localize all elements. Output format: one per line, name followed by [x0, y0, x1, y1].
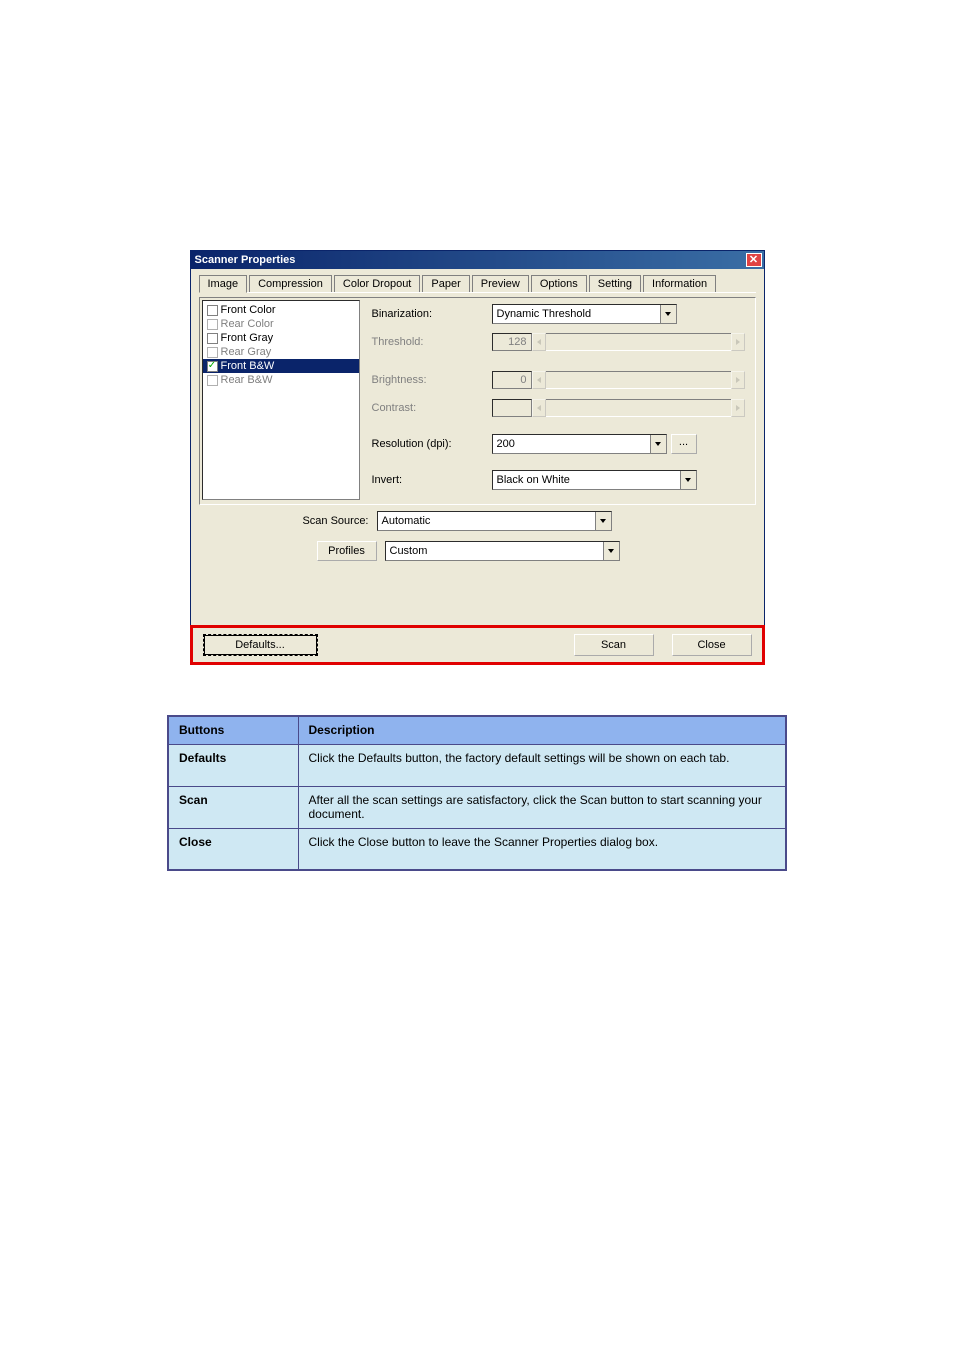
checkbox-icon[interactable]: [207, 333, 218, 344]
brightness-label: Brightness:: [372, 374, 492, 386]
table-row: Defaults Click the Defaults button, the …: [168, 744, 786, 786]
profiles-dropdown[interactable]: Custom: [385, 541, 620, 561]
checkbox-icon[interactable]: [207, 347, 218, 358]
list-item[interactable]: Rear Gray: [203, 345, 359, 359]
invert-label: Invert:: [372, 474, 492, 486]
chevron-down-icon[interactable]: [650, 435, 666, 453]
button-bar-highlight: Defaults... Scan Close: [190, 625, 765, 665]
scan-button[interactable]: Scan: [574, 634, 654, 656]
threshold-label: Threshold:: [372, 336, 492, 348]
tab-image[interactable]: Image: [199, 275, 248, 293]
checkbox-icon[interactable]: [207, 319, 218, 330]
list-item[interactable]: Front Color: [203, 303, 359, 317]
resolution-more-button[interactable]: ...: [671, 434, 697, 454]
contrast-slider: [492, 399, 745, 417]
contrast-label: Contrast:: [372, 402, 492, 414]
list-item[interactable]: Front B&W: [203, 359, 359, 373]
tab-compression[interactable]: Compression: [249, 275, 332, 292]
list-item[interactable]: Rear Color: [203, 317, 359, 331]
arrow-left-icon: [532, 333, 546, 351]
checkbox-icon[interactable]: [207, 361, 218, 372]
resolution-dropdown[interactable]: 200: [492, 434, 667, 454]
invert-dropdown[interactable]: Black on White: [492, 470, 697, 490]
arrow-right-icon: [731, 371, 745, 389]
table-row: Close Click the Close button to leave th…: [168, 828, 786, 870]
arrow-left-icon: [532, 399, 546, 417]
checkbox-icon[interactable]: [207, 305, 218, 316]
list-item[interactable]: Rear B&W: [203, 373, 359, 387]
close-icon[interactable]: ✕: [746, 253, 762, 267]
chevron-down-icon[interactable]: [595, 512, 611, 530]
list-item[interactable]: Front Gray: [203, 331, 359, 345]
scan-source-dropdown[interactable]: Automatic: [377, 511, 612, 531]
tab-strip: Image Compression Color Dropout Paper Pr…: [199, 275, 756, 293]
buttons-description-table: Buttons Description Defaults Click the D…: [167, 715, 787, 871]
image-type-list[interactable]: Front Color Rear Color Front Gray Rear G…: [202, 300, 360, 500]
scan-source-label: Scan Source:: [207, 515, 377, 527]
chevron-down-icon[interactable]: [660, 305, 676, 323]
tab-color-dropout[interactable]: Color Dropout: [334, 275, 420, 292]
titlebar[interactable]: Scanner Properties ✕: [191, 251, 764, 269]
threshold-slider: 128: [492, 333, 745, 351]
table-row: Scan After all the scan settings are sat…: [168, 786, 786, 828]
tab-paper[interactable]: Paper: [422, 275, 469, 292]
image-settings: Binarization: Dynamic Threshold Threshol…: [368, 300, 753, 502]
checkbox-icon[interactable]: [207, 375, 218, 386]
arrow-left-icon: [532, 371, 546, 389]
table-header: Description: [298, 716, 786, 744]
profiles-button[interactable]: Profiles: [317, 541, 377, 561]
arrow-right-icon: [731, 333, 745, 351]
binarization-dropdown[interactable]: Dynamic Threshold: [492, 304, 677, 324]
scanner-properties-dialog: Scanner Properties ✕ Image Compression C…: [190, 250, 765, 665]
tab-information[interactable]: Information: [643, 275, 716, 292]
table-header: Buttons: [168, 716, 298, 744]
tab-preview[interactable]: Preview: [472, 275, 529, 292]
tab-setting[interactable]: Setting: [589, 275, 641, 292]
close-button[interactable]: Close: [672, 634, 752, 656]
tab-options[interactable]: Options: [531, 275, 587, 292]
defaults-button[interactable]: Defaults...: [203, 634, 318, 656]
resolution-label: Resolution (dpi):: [372, 438, 492, 450]
chevron-down-icon[interactable]: [680, 471, 696, 489]
binarization-label: Binarization:: [372, 308, 492, 320]
brightness-slider: 0: [492, 371, 745, 389]
window-title: Scanner Properties: [195, 254, 296, 266]
chevron-down-icon[interactable]: [603, 542, 619, 560]
arrow-right-icon: [731, 399, 745, 417]
